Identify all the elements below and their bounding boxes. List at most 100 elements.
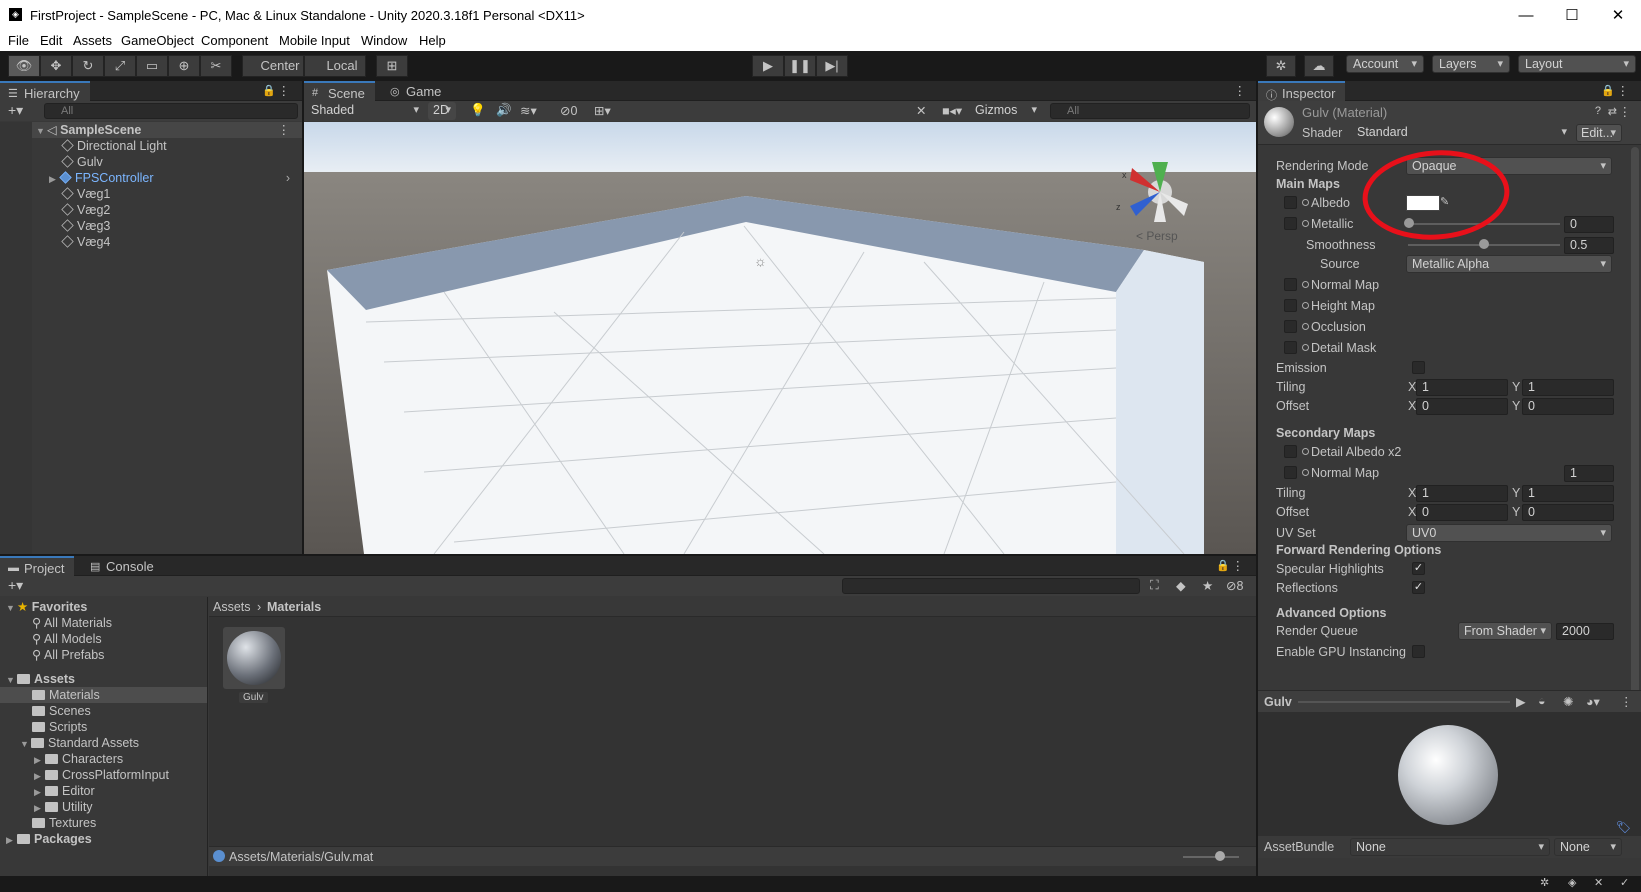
favorite-star-icon[interactable]: ★	[1202, 578, 1213, 593]
tools-icon[interactable]: ✕	[916, 103, 926, 118]
camera-icon[interactable]: ■◂▾	[942, 103, 962, 118]
tab-hierarchy[interactable]: ☰ Hierarchy	[0, 81, 90, 102]
menu-component[interactable]: Component	[201, 33, 268, 48]
folder-item-characters[interactable]: ▶ Characters	[0, 751, 207, 767]
scale-tool-icon[interactable]: ⤢	[104, 55, 136, 77]
scene-search-input[interactable]: All	[1050, 103, 1250, 119]
preview-resize-handle[interactable]	[1298, 701, 1510, 703]
layers-dropdown[interactable]: Layers	[1432, 55, 1510, 73]
hidden-objects-icon[interactable]: ⊘0	[560, 103, 577, 118]
menu-window[interactable]: Window	[361, 33, 407, 48]
tab-scene[interactable]: # Scene	[304, 81, 375, 102]
close-icon[interactable]: ✕	[1595, 0, 1641, 31]
menu-file[interactable]: File	[8, 33, 29, 48]
layout-dropdown[interactable]: Layout	[1518, 55, 1636, 73]
collab-status-icon[interactable]: ✕	[1594, 876, 1603, 889]
scene-menu-icon[interactable]: ⋮	[278, 122, 291, 138]
menu-gameobject[interactable]: GameObject	[121, 33, 194, 48]
metallic-field[interactable]: 0	[1564, 216, 1614, 233]
lock-icon[interactable]: 🔒	[1601, 84, 1615, 97]
kebab-menu-icon[interactable]: ⋮	[1620, 694, 1633, 709]
preview-play-icon[interactable]: ▶	[1516, 694, 1526, 709]
offset-y-field[interactable]: 0	[1522, 398, 1614, 415]
hierarchy-item[interactable]: Væg1	[0, 186, 302, 202]
occlusion-slot[interactable]	[1284, 320, 1297, 333]
2d-toggle[interactable]: 2D	[428, 102, 456, 120]
hierarchy-item[interactable]: Directional Light	[0, 138, 302, 154]
secondary-offset-x-field[interactable]: 0	[1416, 504, 1508, 521]
packages-node[interactable]: ▶ Packages	[0, 831, 207, 847]
menu-assets[interactable]: Assets	[73, 33, 112, 48]
scene-row[interactable]: ▼ ◁ SampleScene ⋮	[0, 122, 302, 138]
tiling-x-field[interactable]: 1	[1416, 379, 1508, 396]
thumbnail-size-slider[interactable]	[1183, 856, 1239, 858]
step-button-icon[interactable]: ▶|	[816, 55, 848, 77]
scene-menu-icon[interactable]: ⋮	[1234, 83, 1247, 98]
secondary-tiling-y-field[interactable]: 1	[1522, 485, 1614, 502]
folder-item-materials[interactable]: Materials	[0, 687, 207, 703]
cloud-icon[interactable]: ☁	[1304, 55, 1334, 77]
inspector-scrollbar[interactable]	[1631, 147, 1639, 707]
detail-mask-slot[interactable]	[1284, 341, 1297, 354]
pause-button-icon[interactable]: ❚❚	[784, 55, 816, 77]
breadcrumb-materials[interactable]: Materials	[267, 600, 321, 614]
secondary-offset-y-field[interactable]: 0	[1522, 504, 1614, 521]
favorite-item[interactable]: ⚲ All Models	[0, 631, 207, 647]
pivot-center-button[interactable]: Center	[242, 55, 304, 77]
material-preview-sphere[interactable]	[1398, 725, 1498, 825]
filter-type-icon[interactable]: ⛶	[1150, 578, 1159, 593]
project-search-input[interactable]	[842, 578, 1140, 594]
normal-map-slot[interactable]	[1284, 278, 1297, 291]
play-button-icon[interactable]: ▶	[752, 55, 784, 77]
tag-icon[interactable]: 🏷	[1616, 820, 1631, 834]
account-dropdown[interactable]: Account	[1346, 55, 1424, 73]
grid-snap-icon[interactable]: ⊞	[376, 55, 408, 77]
debug-icon[interactable]: ✲	[1540, 876, 1549, 889]
specular-highlights-checkbox[interactable]: ✓	[1412, 562, 1425, 575]
hidden-packages-icon[interactable]: ⊘8	[1226, 578, 1243, 593]
uv-set-dropdown[interactable]: UV0	[1406, 524, 1612, 542]
metallic-texture-slot[interactable]	[1284, 217, 1297, 230]
secondary-normal-map-slot[interactable]	[1284, 466, 1297, 479]
favorite-item[interactable]: ⚲ All Prefabs	[0, 647, 207, 663]
breadcrumb-assets[interactable]: Assets	[213, 600, 251, 614]
hand-tool-icon[interactable]: 👁	[8, 55, 40, 77]
tab-game[interactable]: ◎ Game	[382, 81, 451, 102]
secondary-normal-scale-field[interactable]: 1	[1564, 465, 1614, 482]
source-dropdown[interactable]: Metallic Alpha	[1406, 255, 1612, 273]
hierarchy-search-input[interactable]: All	[44, 103, 298, 119]
add-icon[interactable]: +▾	[8, 577, 23, 594]
scene-viewport[interactable]: ☼ x z < Persp	[304, 122, 1256, 554]
minimize-icon[interactable]: —	[1503, 0, 1549, 31]
light-gizmo-icon[interactable]: ☼	[754, 253, 767, 269]
kebab-menu-icon[interactable]: ⋮	[1232, 558, 1245, 573]
hierarchy-item[interactable]: Væg3	[0, 218, 302, 234]
help-icon[interactable]: ?	[1595, 105, 1601, 117]
assetbundle-dropdown[interactable]: None	[1350, 838, 1550, 856]
shading-dropdown[interactable]: Shaded	[306, 102, 424, 120]
gizmos-dropdown[interactable]: Gizmos	[970, 102, 1042, 120]
collab-icon[interactable]: ✲	[1266, 55, 1296, 77]
maximize-icon[interactable]: ☐	[1549, 0, 1595, 31]
settings-icon[interactable]: ⇄	[1608, 105, 1617, 118]
thumbnail-size-handle[interactable]	[1215, 851, 1225, 861]
check-icon[interactable]: ✓	[1620, 876, 1629, 889]
secondary-tiling-x-field[interactable]: 1	[1416, 485, 1508, 502]
hierarchy-item[interactable]: Væg2	[0, 202, 302, 218]
render-queue-field[interactable]: 2000	[1556, 623, 1614, 640]
albedo-texture-slot[interactable]	[1284, 196, 1297, 209]
rect-tool-icon[interactable]: ▭	[136, 55, 168, 77]
height-map-slot[interactable]	[1284, 299, 1297, 312]
chevron-right-icon[interactable]: ›	[286, 170, 290, 186]
persp-label[interactable]: < Persp	[1136, 229, 1178, 243]
tab-console[interactable]: ▤ Console	[82, 556, 164, 577]
kebab-menu-icon[interactable]: ⋮	[1619, 104, 1632, 119]
lock-icon[interactable]: 🔒	[1216, 559, 1230, 572]
menu-help[interactable]: Help	[419, 33, 446, 48]
tab-project[interactable]: ▬ Project	[0, 556, 75, 577]
bake-icon[interactable]: ◈	[1568, 876, 1576, 889]
effects-icon[interactable]: ≋▾	[520, 103, 537, 118]
add-icon[interactable]: +▾	[8, 102, 23, 119]
transform-tool-icon[interactable]: ⊕	[168, 55, 200, 77]
tiling-y-field[interactable]: 1	[1522, 379, 1614, 396]
